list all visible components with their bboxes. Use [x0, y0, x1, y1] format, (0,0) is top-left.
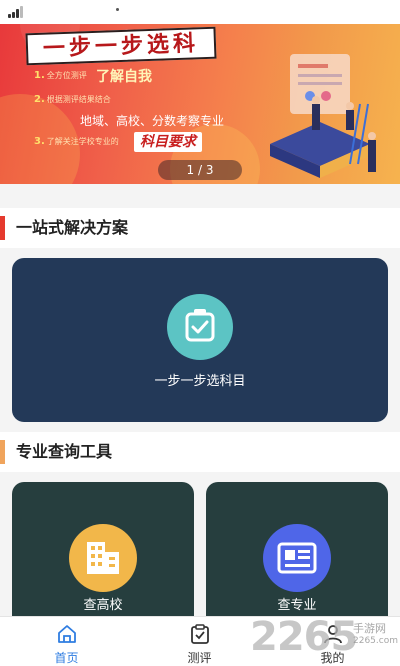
tab-home-label: 首页	[54, 651, 79, 665]
building-icon	[69, 524, 137, 592]
banner-title: 一步一步选科	[25, 26, 217, 66]
section-header-tools: 专业查询工具	[0, 432, 400, 472]
app-screen: 一步一步选科 1. 全方位测评 了解自我 2. 根据测评结果结合 地域、高校、分数考…	[0, 0, 400, 666]
watermark-text: 手游网	[353, 622, 386, 635]
banner-page-indicator: 1 / 3	[158, 160, 242, 180]
banner-line-3: 3. 了解关注学校专业的	[34, 136, 119, 147]
watermark-number: 2265	[250, 614, 358, 660]
tab-assessment[interactable]: 测评	[133, 617, 266, 666]
section-title: 一站式解决方案	[16, 218, 129, 237]
search-college-label: 查高校	[83, 598, 123, 613]
select-subject-label: 一步一步选科目	[154, 374, 246, 389]
status-bar	[0, 0, 400, 24]
section-title: 专业查询工具	[16, 442, 113, 461]
site-watermark: 2265 手游网 2265.com	[250, 614, 400, 666]
search-major-label: 查专业	[277, 598, 317, 613]
status-dot	[116, 8, 119, 11]
search-college-card[interactable]: 查高校	[12, 482, 194, 632]
watermark-url: 2265.com	[353, 636, 398, 646]
clipboard-icon	[190, 624, 209, 644]
banner-line-3-tag: 科目要求	[134, 132, 202, 152]
banner-illustration	[270, 54, 376, 178]
banner-line-1: 1. 全方位测评	[34, 70, 87, 81]
banner-carousel[interactable]: 一步一步选科 1. 全方位测评 了解自我 2. 根据测评结果结合 地域、高校、分数考…	[0, 24, 400, 184]
clipboard-check-icon	[167, 294, 233, 360]
signal-icon	[8, 6, 28, 18]
section-accent-bar	[0, 440, 5, 464]
banner-line-1-highlight: 了解自我	[96, 69, 152, 85]
section-header-solution: 一站式解决方案	[0, 208, 400, 248]
search-major-card[interactable]: 查专业	[206, 482, 388, 632]
tab-home[interactable]: 首页	[0, 617, 133, 666]
section-accent-bar	[0, 216, 5, 240]
tab-assessment-label: 测评	[187, 651, 212, 665]
home-icon	[57, 625, 76, 643]
banner-line-2: 2. 根据测评结果结合	[34, 94, 111, 105]
banner-line-2-detail: 地域、高校、分数考察专业	[80, 114, 225, 128]
newspaper-icon	[263, 524, 331, 592]
select-subject-card[interactable]: 一步一步选科目	[12, 258, 388, 422]
